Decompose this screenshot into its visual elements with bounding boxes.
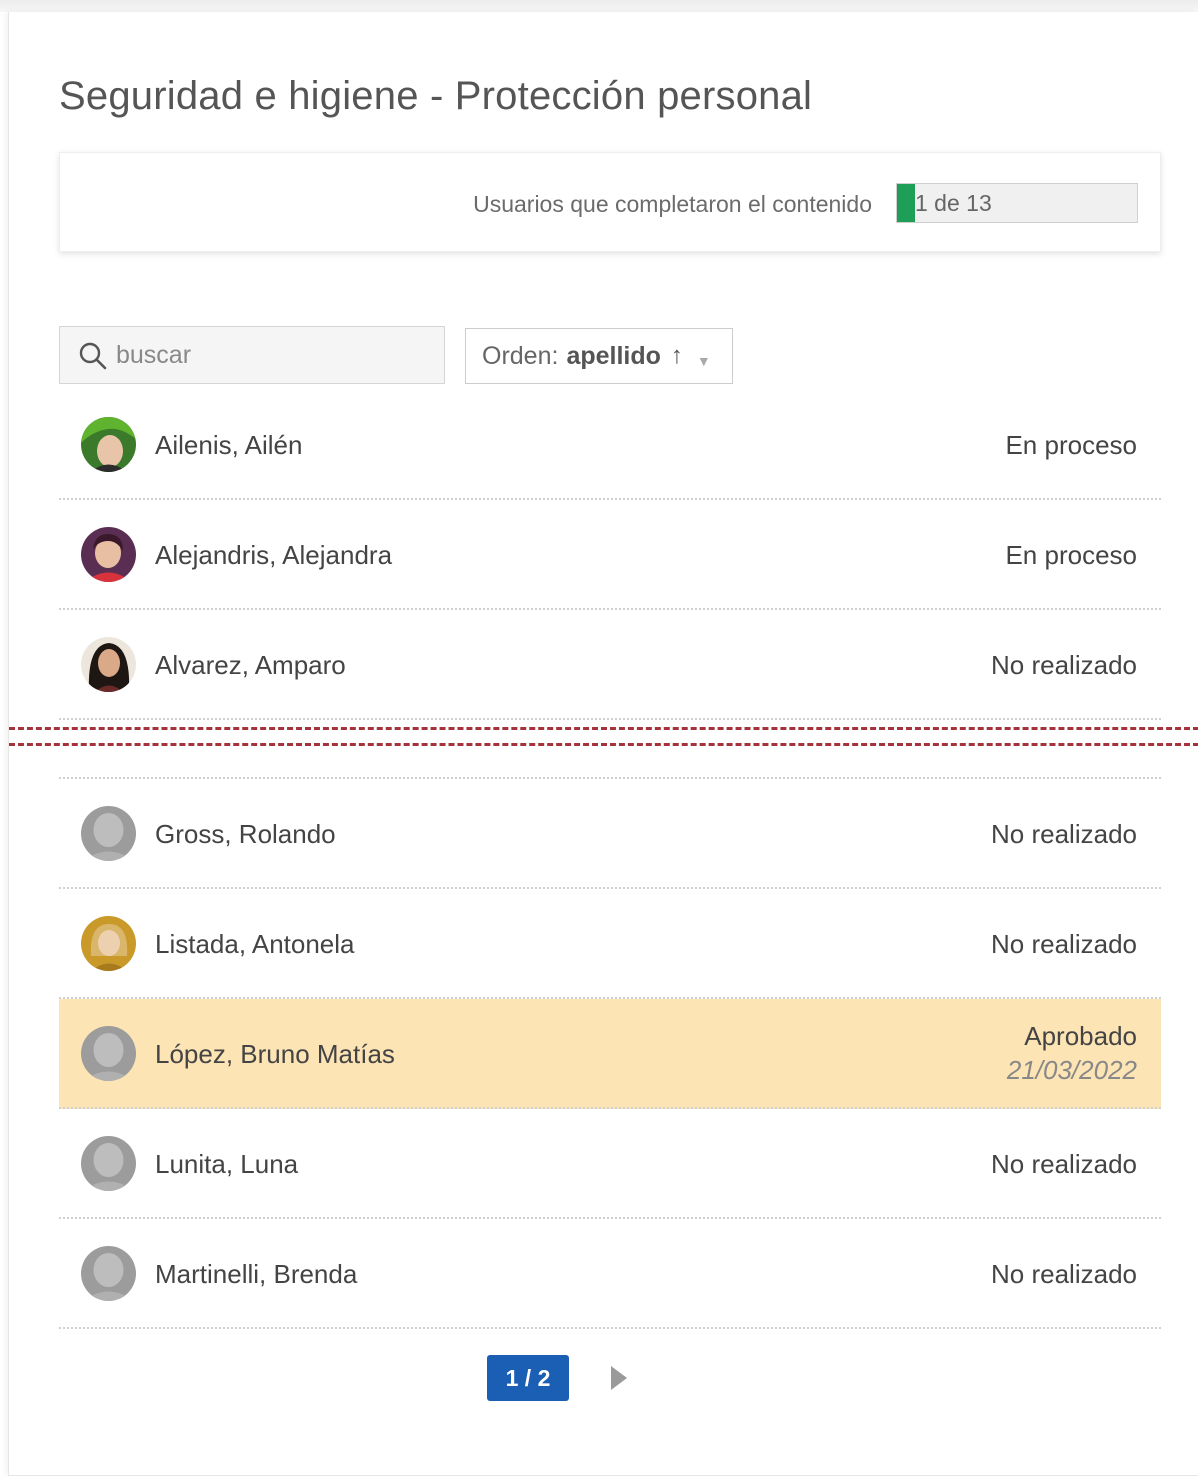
- chevron-down-icon: ▼: [696, 353, 711, 369]
- user-row[interactable]: Martinelli, Brenda No realizado: [59, 1219, 1161, 1329]
- user-name: Alvarez, Amparo: [155, 650, 346, 680]
- progress-label: Usuarios que completaron el contenido: [473, 191, 872, 217]
- search-icon: [79, 342, 107, 370]
- sort-direction-icon: ↑: [670, 342, 683, 369]
- user-name: Ailenis, Ailén: [155, 430, 303, 460]
- pagination-current[interactable]: 1 / 2: [487, 1355, 569, 1401]
- user-status: No realizado: [991, 819, 1137, 849]
- divider: [59, 777, 1161, 779]
- cut-line: [9, 727, 1198, 730]
- search-input[interactable]: [116, 335, 426, 375]
- user-status: No realizado: [991, 1149, 1137, 1179]
- user-row[interactable]: Gross, Rolando No realizado: [59, 779, 1161, 889]
- avatar: [81, 637, 136, 692]
- user-name: Gross, Rolando: [155, 819, 336, 849]
- user-row[interactable]: Lunita, Luna No realizado: [59, 1109, 1161, 1219]
- user-row[interactable]: Ailenis, Ailén En proceso: [59, 390, 1161, 500]
- progress-panel: Usuarios que completaron el contenido 1 …: [59, 152, 1161, 252]
- user-status: No realizado: [991, 650, 1137, 680]
- user-name: López, Bruno Matías: [155, 1039, 395, 1069]
- default-avatar-icon: [81, 806, 136, 861]
- sort-dropdown[interactable]: Orden: apellido ↑ ▼: [465, 328, 733, 384]
- default-avatar-icon: [81, 1246, 136, 1301]
- user-date: 21/03/2022: [1006, 1055, 1137, 1085]
- avatar: [81, 916, 136, 971]
- user-status: En proceso: [1005, 540, 1137, 570]
- user-status: No realizado: [991, 929, 1137, 959]
- avatar: [81, 527, 136, 582]
- default-avatar-icon: [81, 1026, 136, 1081]
- progress-text: 1 de 13: [915, 190, 992, 216]
- user-row[interactable]: Alejandris, Alejandra En proceso: [59, 500, 1161, 610]
- sort-prefix: Orden:: [482, 341, 559, 370]
- sort-value: apellido: [566, 341, 661, 370]
- content-card: Seguridad e higiene - Protección persona…: [8, 12, 1198, 1476]
- chevron-right-icon[interactable]: [607, 1364, 631, 1392]
- user-row[interactable]: Alvarez, Amparo No realizado: [59, 610, 1161, 720]
- user-name: Alejandris, Alejandra: [155, 540, 393, 570]
- cut-line: [9, 743, 1198, 746]
- progress-fill: [897, 184, 916, 222]
- default-avatar-icon: [81, 1136, 136, 1191]
- user-status: Aprobado: [1024, 1021, 1137, 1051]
- user-name: Lunita, Luna: [155, 1149, 299, 1179]
- avatar: [81, 417, 136, 472]
- top-bar: [0, 0, 1198, 12]
- user-row-selected[interactable]: López, Bruno Matías Aprobado 21/03/2022: [59, 999, 1161, 1109]
- page-title: Seguridad e higiene - Protección persona…: [59, 74, 813, 118]
- user-status: En proceso: [1005, 430, 1137, 460]
- search-box[interactable]: [59, 326, 445, 384]
- user-row[interactable]: Listada, Antonela No realizado: [59, 889, 1161, 999]
- progress-bar: 1 de 13: [896, 183, 1138, 223]
- user-status: No realizado: [991, 1259, 1137, 1289]
- user-name: Martinelli, Brenda: [155, 1259, 358, 1289]
- user-name: Listada, Antonela: [155, 929, 355, 959]
